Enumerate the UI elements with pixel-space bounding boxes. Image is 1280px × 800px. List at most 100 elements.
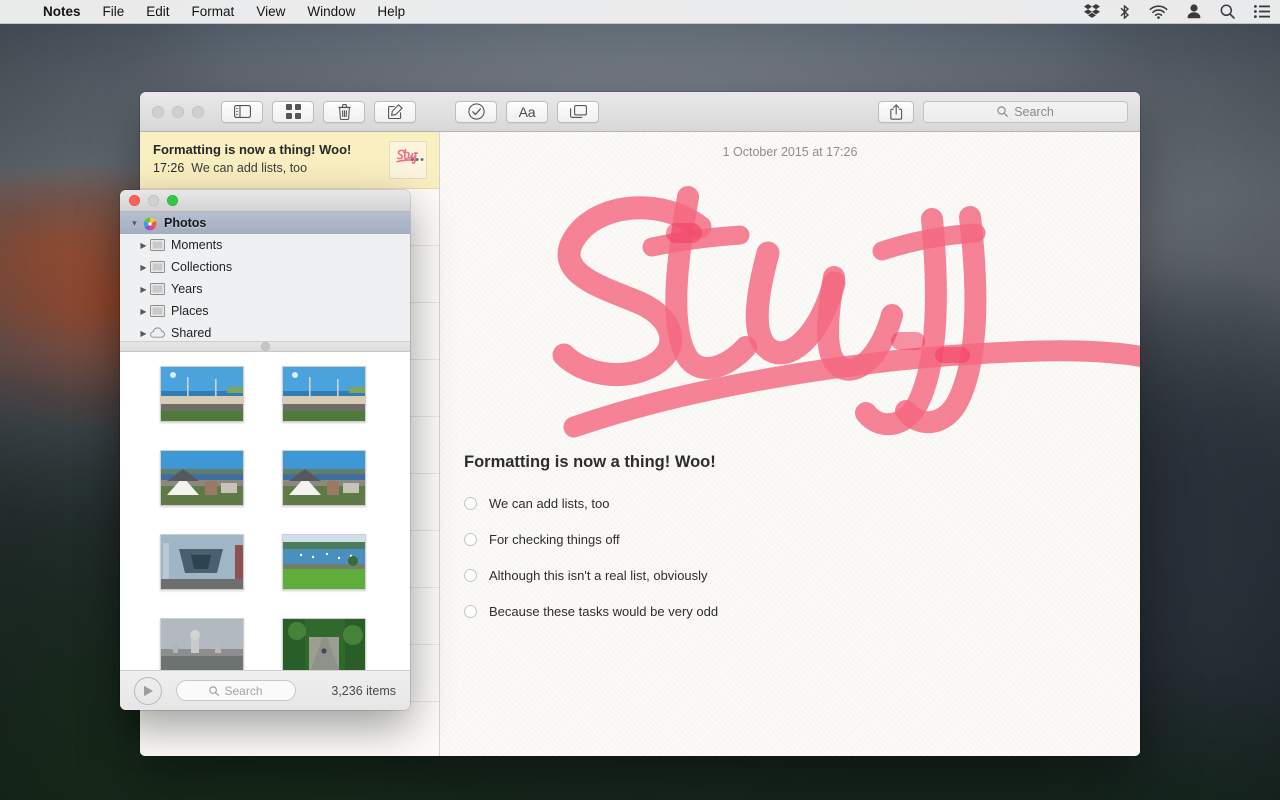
source-item-photos[interactable]: ▼ Photos	[120, 212, 410, 234]
source-item-years[interactable]: ▶ Years	[120, 278, 410, 300]
source-item-collections[interactable]: ▶ Collections	[120, 256, 410, 278]
menu-item-format[interactable]: Format	[181, 0, 246, 24]
source-item-label: Moments	[171, 238, 223, 252]
photos-close-button[interactable]	[129, 195, 140, 206]
notification-center-icon[interactable]	[1254, 0, 1270, 24]
photos-browser-panel: ▼ Photos ▶ Moments ▶ Collections ▶ Years…	[120, 190, 410, 710]
grid-view-button[interactable]	[272, 100, 314, 123]
checklist-item[interactable]: Because these tasks would be very odd	[464, 600, 1140, 623]
toolbar-right-group: Search	[878, 100, 1128, 123]
source-item-label: Places	[171, 304, 209, 318]
photo-thumbnail[interactable]	[160, 366, 244, 422]
photos-search-placeholder: Search	[224, 683, 263, 698]
note-item-time: 17:26	[153, 161, 185, 175]
source-item-places[interactable]: ▶ Places	[120, 300, 410, 322]
photos-zoom-button[interactable]	[167, 195, 178, 206]
user-icon[interactable]	[1187, 0, 1201, 24]
note-item-preview: We can add lists, too	[191, 161, 308, 175]
dropbox-icon[interactable]	[1084, 0, 1100, 24]
photo-thumbnail[interactable]	[160, 534, 244, 590]
checklist-button[interactable]	[455, 100, 497, 123]
menu-item-edit[interactable]: Edit	[135, 0, 180, 24]
checklist-item[interactable]: Although this isn't a real list, obvious…	[464, 564, 1140, 587]
photo-thumbnail[interactable]	[160, 618, 244, 670]
photos-source-list[interactable]: ▼ Photos ▶ Moments ▶ Collections ▶ Years…	[120, 212, 410, 342]
note-detail-pane[interactable]: 1 October 2015 at 17:26 Formatting is no…	[440, 132, 1140, 756]
note-list-item-selected[interactable]: Formatting is now a thing! Woo! 17:26 We …	[140, 132, 439, 189]
notes-toolbar: Aa Search	[140, 92, 1140, 132]
bluetooth-icon[interactable]	[1119, 0, 1130, 24]
wifi-icon[interactable]	[1149, 0, 1168, 24]
checkbox-unchecked-icon[interactable]	[464, 497, 477, 510]
apple-logo-icon[interactable]	[10, 0, 32, 24]
disclosure-triangle-icon[interactable]: ▶	[137, 307, 150, 316]
album-icon	[150, 283, 165, 295]
note-detail-heading: Formatting is now a thing! Woo!	[464, 453, 716, 471]
note-item-title: Formatting is now a thing! Woo!	[153, 142, 352, 157]
play-slideshow-button[interactable]	[134, 676, 162, 705]
sidebar-toggle-button[interactable]	[221, 100, 263, 123]
checklist-item-label: For checking things off	[489, 532, 620, 547]
note-sketch-stuff	[440, 155, 1140, 455]
photo-thumbnail[interactable]	[282, 618, 366, 670]
source-item-label: Shared	[171, 326, 212, 340]
disclosure-triangle-icon[interactable]: ▶	[137, 329, 150, 338]
attachments-button[interactable]	[557, 100, 599, 123]
notes-search-placeholder: Search	[1014, 104, 1054, 119]
splitter-grab-handle[interactable]	[260, 342, 270, 351]
checklist-item-label: Although this isn't a real list, obvious…	[489, 568, 708, 583]
disclosure-triangle-icon[interactable]: ▶	[137, 285, 150, 294]
close-button[interactable]	[152, 105, 164, 118]
play-icon	[143, 685, 153, 696]
checkbox-unchecked-icon[interactable]	[464, 533, 477, 546]
note-checklist: We can add lists, too For checking thing…	[440, 492, 1140, 623]
checkbox-unchecked-icon[interactable]	[464, 569, 477, 582]
zoom-button[interactable]	[192, 105, 204, 118]
photo-thumbnail[interactable]	[282, 450, 366, 506]
note-item-subtitle: 17:26 We can add lists, too	[153, 159, 427, 177]
delete-note-button[interactable]	[323, 100, 365, 123]
photos-thumbnail-grid[interactable]	[120, 352, 410, 670]
disclosure-triangle-icon[interactable]: ▶	[137, 241, 150, 250]
window-traffic-lights	[152, 105, 204, 118]
disclosure-triangle-open-icon[interactable]: ▼	[128, 219, 141, 228]
toolbar-format-group: Aa	[455, 100, 608, 123]
source-item-moments[interactable]: ▶ Moments	[120, 234, 410, 256]
checkbox-unchecked-icon[interactable]	[464, 605, 477, 618]
photo-thumbnail[interactable]	[282, 366, 366, 422]
share-button[interactable]	[878, 100, 914, 123]
source-item-shared[interactable]: ▶ Shared	[120, 322, 410, 341]
checklist-item-label: We can add lists, too	[489, 496, 610, 511]
note-item-overflow-indicator: •••	[410, 154, 425, 166]
checklist-item[interactable]: For checking things off	[464, 528, 1140, 551]
compose-note-button[interactable]	[374, 100, 416, 123]
spotlight-search-icon[interactable]	[1220, 0, 1235, 24]
checklist-item-label: Because these tasks would be very odd	[489, 604, 719, 619]
menu-item-file[interactable]: File	[92, 0, 136, 24]
photos-minimize-button[interactable]	[148, 195, 159, 206]
photo-thumbnail[interactable]	[160, 450, 244, 506]
photo-thumbnail[interactable]	[282, 534, 366, 590]
cloud-icon	[150, 327, 165, 339]
menu-bar-status-icons	[1084, 0, 1280, 24]
source-item-label: Photos	[164, 216, 207, 230]
format-text-button[interactable]: Aa	[506, 100, 548, 123]
search-icon	[209, 685, 220, 696]
menu-item-help[interactable]: Help	[366, 0, 416, 24]
photos-search-field[interactable]: Search	[176, 680, 296, 701]
menu-bar: Notes File Edit Format View Window Help	[0, 0, 1280, 24]
menu-item-window[interactable]: Window	[296, 0, 366, 24]
photos-app-icon	[143, 217, 158, 231]
disclosure-triangle-icon[interactable]: ▶	[137, 263, 150, 272]
checklist-item[interactable]: We can add lists, too	[464, 492, 1140, 515]
minimize-button[interactable]	[172, 105, 184, 118]
toolbar-view-group	[221, 100, 425, 123]
photos-panel-splitter[interactable]	[120, 342, 410, 352]
source-item-label: Years	[171, 282, 203, 296]
album-icon	[150, 239, 165, 251]
notes-search-field[interactable]: Search	[923, 100, 1128, 123]
menu-item-view[interactable]: View	[245, 0, 296, 24]
menu-item-notes[interactable]: Notes	[32, 0, 92, 24]
photos-panel-titlebar	[120, 190, 410, 212]
photos-panel-bottom-bar: Search 3,236 items	[120, 670, 410, 710]
